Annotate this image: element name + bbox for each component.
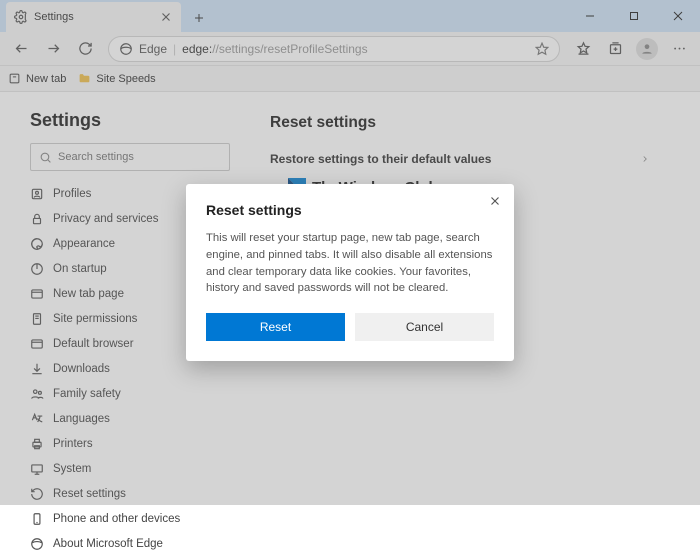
modal-overlay: Reset settings This will reset your star…	[0, 0, 700, 505]
nav-about[interactable]: About Microsoft Edge	[30, 531, 230, 556]
nav-phone[interactable]: Phone and other devices	[30, 506, 230, 531]
dialog-body: This will reset your startup page, new t…	[206, 230, 494, 298]
reset-settings-dialog: Reset settings This will reset your star…	[186, 184, 514, 362]
cancel-button[interactable]: Cancel	[355, 313, 494, 341]
dialog-close-icon[interactable]	[488, 194, 502, 208]
dialog-title: Reset settings	[206, 202, 494, 218]
dialog-buttons: Reset Cancel	[206, 313, 494, 341]
reset-button[interactable]: Reset	[206, 313, 345, 341]
